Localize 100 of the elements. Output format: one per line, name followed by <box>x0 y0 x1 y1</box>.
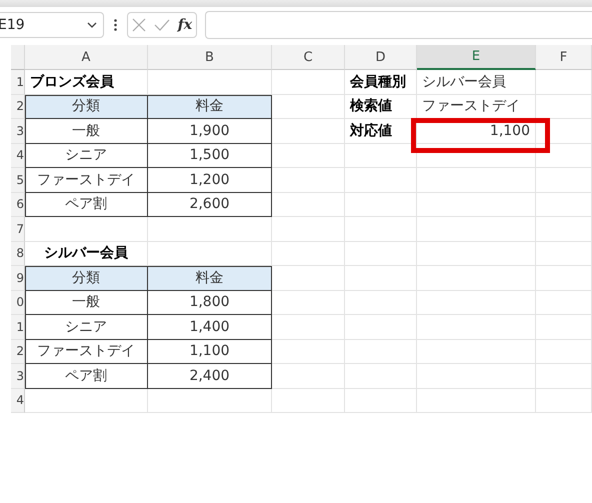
column-heading: 料金 <box>148 266 272 290</box>
empty-cell[interactable] <box>272 144 345 168</box>
empty-cell[interactable] <box>272 168 345 192</box>
table-cell: 一般 <box>25 290 148 315</box>
empty-cell[interactable] <box>345 315 417 340</box>
empty-cell[interactable] <box>345 290 417 315</box>
row-header[interactable]: 3 <box>11 119 25 144</box>
table-cell: 2,600 <box>148 192 272 217</box>
column-header[interactable]: C <box>272 45 345 70</box>
empty-cell[interactable] <box>345 340 417 364</box>
empty-cell[interactable] <box>272 340 345 364</box>
empty-cell[interactable] <box>536 144 592 168</box>
select-all-corner[interactable] <box>11 45 25 70</box>
column-header[interactable]: E <box>417 45 536 70</box>
empty-cell[interactable] <box>417 144 536 168</box>
empty-cell[interactable] <box>272 364 345 388</box>
empty-cell[interactable] <box>536 364 592 388</box>
empty-cell[interactable] <box>272 290 345 315</box>
empty-cell[interactable] <box>272 315 345 340</box>
empty-cell[interactable] <box>345 144 417 168</box>
table-cell: 1,100 <box>148 340 272 364</box>
insert-function-button[interactable]: fx <box>178 17 192 33</box>
row-header[interactable]: 0 <box>11 290 25 315</box>
empty-cell[interactable] <box>148 217 272 242</box>
empty-cell[interactable] <box>536 70 592 94</box>
empty-cell[interactable] <box>536 242 592 266</box>
empty-cell[interactable] <box>345 192 417 217</box>
formula-input[interactable] <box>205 11 592 39</box>
empty-cell[interactable] <box>536 315 592 340</box>
empty-cell[interactable] <box>272 192 345 217</box>
column-heading: 分類 <box>25 94 148 119</box>
table-cell: 1,200 <box>148 168 272 192</box>
empty-cell[interactable] <box>272 217 345 242</box>
empty-cell[interactable] <box>417 242 536 266</box>
column-heading: 分類 <box>25 266 148 290</box>
empty-cell[interactable] <box>272 242 345 266</box>
lookup-value: シルバー会員 <box>417 70 536 94</box>
empty-cell[interactable] <box>536 192 592 217</box>
table-cell: ペア割 <box>25 364 148 388</box>
table-cell: 一般 <box>25 119 148 144</box>
table-cell: ファーストデイ <box>25 168 148 192</box>
empty-cell[interactable] <box>345 242 417 266</box>
lookup-label: 対応値 <box>345 119 417 144</box>
empty-cell[interactable] <box>345 388 417 413</box>
empty-cell[interactable] <box>536 217 592 242</box>
empty-cell[interactable] <box>417 388 536 413</box>
cancel-icon[interactable] <box>132 18 146 32</box>
empty-cell[interactable] <box>345 168 417 192</box>
row-header[interactable]: 2 <box>11 340 25 364</box>
empty-cell[interactable] <box>536 290 592 315</box>
column-header[interactable]: B <box>148 45 272 70</box>
table-cell: 1,800 <box>148 290 272 315</box>
column-header[interactable]: D <box>345 45 417 70</box>
empty-cell[interactable] <box>345 266 417 290</box>
empty-cell[interactable] <box>536 266 592 290</box>
table-cell: 2,400 <box>148 364 272 388</box>
empty-cell[interactable] <box>536 168 592 192</box>
empty-cell[interactable] <box>417 192 536 217</box>
row-header[interactable]: 7 <box>11 217 25 242</box>
empty-cell[interactable] <box>417 364 536 388</box>
row-header[interactable]: 4 <box>11 144 25 168</box>
lookup-value: 1,100 <box>417 119 536 144</box>
empty-cell[interactable] <box>345 364 417 388</box>
empty-cell[interactable] <box>345 217 417 242</box>
lookup-value: ファーストデイ <box>417 94 536 119</box>
column-header[interactable]: F <box>536 45 592 70</box>
table-cell: 1,500 <box>148 144 272 168</box>
column-header[interactable]: A <box>25 45 148 70</box>
empty-cell[interactable] <box>417 168 536 192</box>
row-header[interactable]: 1 <box>11 70 25 94</box>
empty-cell[interactable] <box>417 315 536 340</box>
table-cell: 1,400 <box>148 315 272 340</box>
empty-cell[interactable] <box>272 119 345 144</box>
row-header[interactable]: 8 <box>11 242 25 266</box>
lookup-label: 会員種別 <box>345 70 417 94</box>
row-header[interactable]: 4 <box>11 388 25 413</box>
row-header[interactable]: 3 <box>11 364 25 388</box>
empty-cell[interactable] <box>536 119 592 144</box>
empty-cell[interactable] <box>272 388 345 413</box>
lookup-label: 検索値 <box>345 94 417 119</box>
more-options-icon[interactable] <box>114 19 117 31</box>
table-cell: 1,900 <box>148 119 272 144</box>
row-header[interactable]: 1 <box>11 315 25 340</box>
column-heading: 料金 <box>148 94 272 119</box>
table-cell: シニア <box>25 315 148 340</box>
empty-cell[interactable] <box>272 70 345 94</box>
empty-cell[interactable] <box>417 266 536 290</box>
empty-cell[interactable] <box>417 340 536 364</box>
empty-cell[interactable] <box>417 217 536 242</box>
check-icon[interactable] <box>154 19 170 31</box>
empty-cell[interactable] <box>417 290 536 315</box>
chevron-down-icon <box>87 22 97 28</box>
empty-cell[interactable] <box>536 388 592 413</box>
row-header[interactable]: 6 <box>11 192 25 217</box>
empty-cell[interactable] <box>536 340 592 364</box>
empty-cell[interactable] <box>148 388 272 413</box>
row-header[interactable]: 9 <box>11 266 25 290</box>
table-cell: シニア <box>25 144 148 168</box>
row-header[interactable]: 2 <box>11 94 25 119</box>
row-header[interactable]: 5 <box>11 168 25 192</box>
